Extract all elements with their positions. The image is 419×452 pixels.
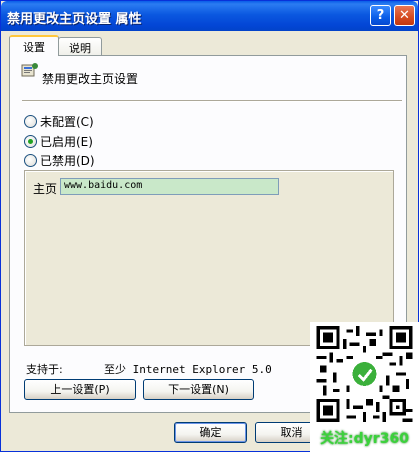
radio-not-configured[interactable]: 未配置(C): [24, 113, 94, 129]
watermark-overlay: 关注:dyr360: [310, 322, 419, 452]
options-box: [24, 170, 394, 346]
policy-icon: [21, 63, 38, 77]
title-bar[interactable]: 禁用更改主页设置 属性 ? ✕: [1, 1, 418, 31]
homepage-label: 主页: [33, 182, 58, 196]
radio-label: 已启用(E): [40, 134, 93, 149]
qr-code-icon: [316, 326, 413, 422]
radio-circle[interactable]: [24, 114, 37, 128]
tab-description[interactable]: 说明: [58, 37, 102, 55]
ok-button[interactable]: 确定: [174, 422, 247, 443]
divider: [22, 100, 402, 102]
radio-disabled[interactable]: 已禁用(D): [24, 152, 95, 168]
radio-circle-checked[interactable]: [24, 134, 37, 148]
help-button[interactable]: ?: [370, 5, 391, 26]
window-title: 禁用更改主页设置 属性: [7, 12, 142, 27]
watermark-caption: 关注:dyr360: [320, 431, 409, 447]
supported-on-label: 支持于:: [26, 363, 63, 376]
close-button[interactable]: ✕: [394, 5, 415, 26]
supported-on-value: 至少 Internet Explorer 5.0: [104, 363, 272, 376]
radio-label: 未配置(C): [40, 114, 94, 129]
tab-settings[interactable]: 设置: [9, 35, 59, 56]
radio-label: 已禁用(D): [40, 153, 95, 168]
next-setting-button[interactable]: 下一设置(N): [143, 379, 254, 400]
radio-circle[interactable]: [24, 153, 37, 167]
previous-setting-button[interactable]: 上一设置(P): [24, 379, 136, 400]
radio-enabled[interactable]: 已启用(E): [24, 133, 93, 149]
policy-title: 禁用更改主页设置: [42, 72, 139, 86]
homepage-input[interactable]: www.baidu.com: [60, 178, 279, 195]
